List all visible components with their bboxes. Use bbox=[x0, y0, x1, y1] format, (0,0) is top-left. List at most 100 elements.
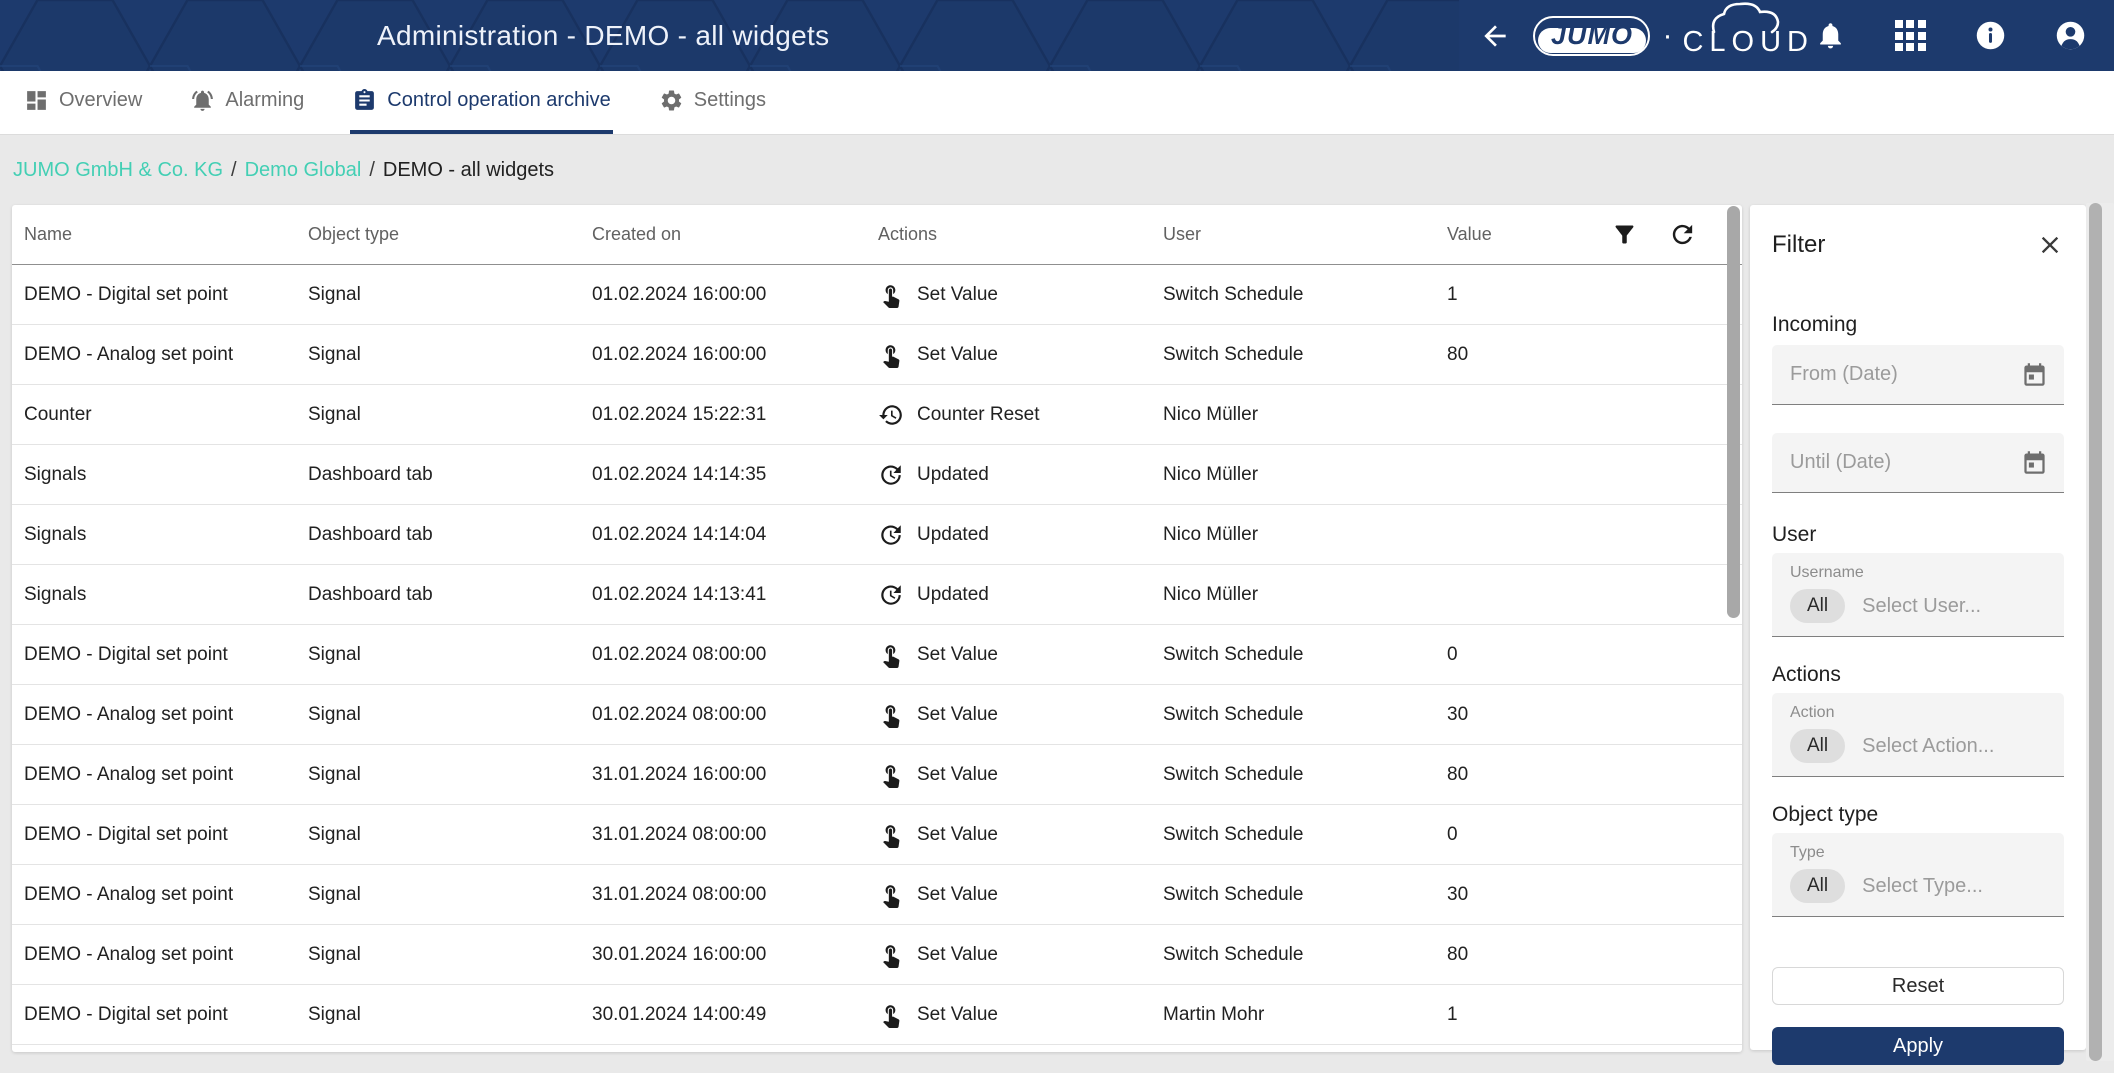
cell-action: Set Value bbox=[866, 1002, 1151, 1028]
from-date-placeholder: From (Date) bbox=[1790, 363, 1898, 385]
cell-user: Nico Müller bbox=[1163, 583, 1259, 605]
filter-panel-title: Filter bbox=[1772, 231, 1826, 258]
cell-created-on: 01.02.2024 08:00:00 bbox=[592, 643, 767, 665]
control-operation-archive-table: Name Object type Created on Actions User… bbox=[12, 205, 1742, 1052]
action-all-chip[interactable]: All bbox=[1790, 729, 1846, 763]
cell-action: Updated bbox=[866, 582, 1151, 608]
cell-action: Set Value bbox=[866, 882, 1151, 908]
cell-object-type: Signal bbox=[308, 1003, 361, 1025]
cell-object-type: Signal bbox=[308, 763, 361, 785]
select-type-placeholder: Select Type... bbox=[1862, 874, 1983, 897]
calendar-picker-button[interactable] bbox=[2021, 361, 2048, 388]
until-date-field[interactable]: Until (Date) bbox=[1772, 433, 2064, 493]
back-button[interactable] bbox=[1479, 19, 1511, 53]
table-scrollbar-thumb[interactable] bbox=[1727, 206, 1740, 618]
cell-object-type: Signal bbox=[308, 643, 361, 665]
table-row[interactable]: DEMO - Digital set point Signal 01.02.20… bbox=[12, 625, 1742, 685]
table-row[interactable]: Signals Dashboard tab 01.02.2024 14:13:4… bbox=[12, 565, 1742, 625]
tab-label: Control operation archive bbox=[387, 89, 611, 111]
touch-app-icon bbox=[878, 762, 904, 788]
table-row[interactable]: Counter Signal 01.02.2024 15:22:31 Count… bbox=[12, 385, 1742, 445]
filter-section-object-type: Object type bbox=[1772, 803, 1879, 826]
table-row[interactable]: DEMO - Analog set point Signal 31.01.202… bbox=[12, 865, 1742, 925]
username-field[interactable]: Username All Select User... bbox=[1772, 553, 2064, 637]
close-filter-button[interactable] bbox=[2036, 231, 2064, 259]
cell-user: Nico Müller bbox=[1163, 403, 1259, 425]
cell-object-type: Signal bbox=[308, 703, 361, 725]
cell-value: 0 bbox=[1447, 823, 1458, 845]
action-label: Set Value bbox=[917, 823, 998, 845]
cell-action: Set Value bbox=[866, 282, 1151, 308]
tab-control-operation-archive[interactable]: Control operation archive bbox=[350, 71, 613, 134]
gear-icon bbox=[659, 88, 684, 113]
cell-value: 80 bbox=[1447, 943, 1469, 965]
touch-app-icon bbox=[878, 282, 904, 308]
table-row[interactable]: DEMO - Digital set point Signal 01.02.20… bbox=[12, 265, 1742, 325]
action-label: Set Value bbox=[917, 643, 998, 665]
filter-scrollbar-thumb[interactable] bbox=[2089, 203, 2102, 1061]
action-label: Set Value bbox=[917, 283, 998, 305]
info-button[interactable] bbox=[1974, 20, 2006, 52]
cell-user: Switch Schedule bbox=[1163, 343, 1304, 365]
cell-name: DEMO - Digital set point bbox=[24, 823, 228, 845]
column-header-name: Name bbox=[24, 224, 73, 244]
cloud-icon bbox=[1712, 2, 1780, 34]
touch-app-icon bbox=[878, 1002, 904, 1028]
action-label: Updated bbox=[917, 463, 989, 485]
account-button[interactable] bbox=[2054, 20, 2086, 52]
cell-object-type: Dashboard tab bbox=[308, 523, 433, 545]
breadcrumb-link-company[interactable]: JUMO GmbH & Co. KG bbox=[13, 159, 223, 182]
filter-button[interactable] bbox=[1611, 221, 1638, 248]
table-row[interactable]: DEMO - Analog set point Signal 01.02.202… bbox=[12, 325, 1742, 385]
cell-created-on: 01.02.2024 08:00:00 bbox=[592, 703, 767, 725]
reset-button[interactable]: Reset bbox=[1772, 967, 2064, 1005]
cell-action: Updated bbox=[866, 462, 1151, 488]
cell-object-type: Signal bbox=[308, 403, 361, 425]
breadcrumb-link-demo-global[interactable]: Demo Global bbox=[245, 159, 362, 182]
action-label: Updated bbox=[917, 523, 989, 545]
action-label: Set Value bbox=[917, 703, 998, 725]
tab-alarming[interactable]: Alarming bbox=[188, 71, 306, 134]
arrow-left-icon bbox=[1479, 20, 1511, 52]
restore-icon bbox=[878, 402, 904, 428]
type-all-chip[interactable]: All bbox=[1790, 869, 1846, 903]
table-row[interactable]: DEMO - Digital set point Signal 30.01.20… bbox=[12, 985, 1742, 1045]
tab-overview[interactable]: Overview bbox=[22, 71, 144, 134]
update-icon bbox=[878, 582, 904, 608]
table-row[interactable]: DEMO - Analog set point Signal 30.01.202… bbox=[12, 925, 1742, 985]
notifications-button[interactable] bbox=[1814, 20, 1846, 52]
action-field[interactable]: Action All Select Action... bbox=[1772, 693, 2064, 777]
person-icon bbox=[2054, 19, 2087, 52]
cell-created-on: 30.01.2024 16:00:00 bbox=[592, 943, 767, 965]
cell-name: Signals bbox=[24, 583, 87, 605]
type-field[interactable]: Type All Select Type... bbox=[1772, 833, 2064, 917]
cell-action: Counter Reset bbox=[866, 402, 1151, 428]
cell-value: 1 bbox=[1447, 1003, 1458, 1025]
action-label: Set Value bbox=[917, 883, 998, 905]
table-row[interactable]: DEMO - Analog set point Signal 31.01.202… bbox=[12, 745, 1742, 805]
cell-created-on: 01.02.2024 14:14:04 bbox=[592, 523, 767, 545]
filter-section-actions: Actions bbox=[1772, 663, 1841, 686]
username-all-chip[interactable]: All bbox=[1790, 589, 1846, 623]
from-date-field[interactable]: From (Date) bbox=[1772, 345, 2064, 405]
refresh-button[interactable] bbox=[1668, 220, 1697, 249]
cell-created-on: 01.02.2024 16:00:00 bbox=[592, 283, 767, 305]
apply-button[interactable]: Apply bbox=[1772, 1027, 2064, 1065]
tab-settings[interactable]: Settings bbox=[657, 71, 768, 134]
cell-name: DEMO - Digital set point bbox=[24, 283, 228, 305]
cell-object-type: Signal bbox=[308, 823, 361, 845]
table-row[interactable]: Signals Dashboard tab 01.02.2024 14:14:0… bbox=[12, 505, 1742, 565]
apps-button[interactable] bbox=[1894, 20, 1926, 52]
table-row[interactable]: DEMO - Analog set point Signal 01.02.202… bbox=[12, 685, 1742, 745]
breadcrumb: JUMO GmbH & Co. KG / Demo Global / DEMO … bbox=[13, 135, 554, 205]
cell-user: Nico Müller bbox=[1163, 523, 1259, 545]
column-header-actions: Actions bbox=[878, 224, 938, 244]
calendar-icon bbox=[2021, 449, 2048, 476]
table-row[interactable]: DEMO - Digital set point Signal 31.01.20… bbox=[12, 805, 1742, 865]
cell-value: 30 bbox=[1447, 703, 1469, 725]
calendar-picker-button[interactable] bbox=[2021, 449, 2048, 476]
cell-value: 80 bbox=[1447, 763, 1469, 785]
table-row[interactable]: Signals Dashboard tab 01.02.2024 14:14:3… bbox=[12, 445, 1742, 505]
cell-value: 30 bbox=[1447, 883, 1469, 905]
type-field-label: Type bbox=[1790, 844, 1825, 861]
